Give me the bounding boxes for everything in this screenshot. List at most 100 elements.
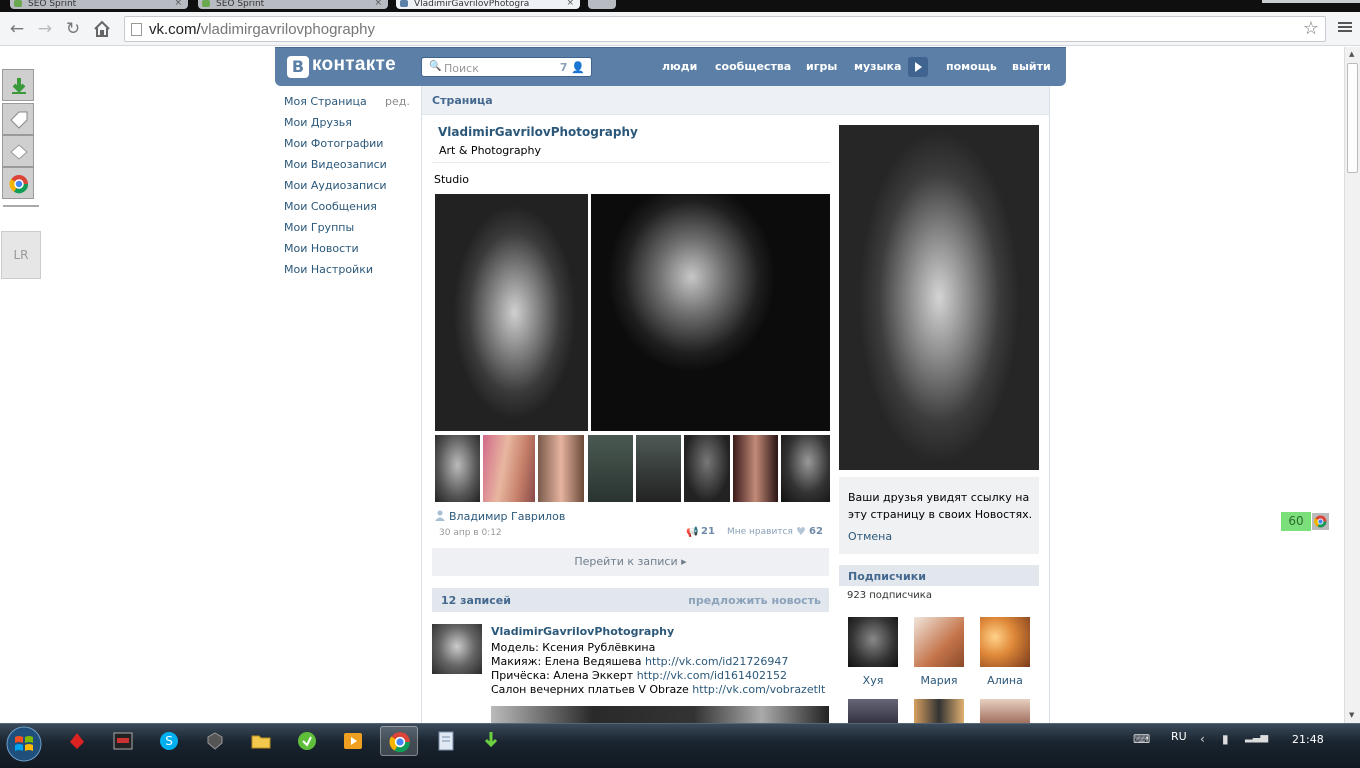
edit-link[interactable]: ред. <box>385 95 410 108</box>
heart-icon[interactable]: ♥ <box>796 525 806 538</box>
notepad-app-icon[interactable] <box>435 730 457 752</box>
battery-tray-icon[interactable]: ▮ <box>1222 732 1229 746</box>
media-player-icon[interactable] <box>342 730 364 752</box>
seo-sprint-favicon <box>14 0 22 7</box>
nav-logout[interactable]: выйти <box>1012 60 1051 73</box>
post-thumb-7[interactable] <box>733 435 778 502</box>
nav-help[interactable]: помощь <box>946 60 997 73</box>
nav-communities[interactable]: сообщества <box>715 60 791 73</box>
poker-app-icon[interactable] <box>66 730 88 752</box>
nav-my-videos[interactable]: Мои Видеозаписи <box>284 158 420 179</box>
cancel-link[interactable]: Отмена <box>848 530 892 543</box>
nav-my-settings[interactable]: Мои Настройки <box>284 263 420 284</box>
music-play-icon[interactable] <box>908 57 928 77</box>
wall-post-avatar[interactable] <box>432 624 482 674</box>
repost-icon[interactable]: 📢 <box>686 527 698 538</box>
post-photo-1[interactable] <box>435 194 588 431</box>
chrome-taskbar-button[interactable] <box>380 726 418 756</box>
post-date[interactable]: 30 апр в 0:12 <box>439 528 502 538</box>
back-arrow-icon[interactable]: ← <box>6 18 28 40</box>
fulltilt-app-icon[interactable] <box>112 730 134 752</box>
post-thumb-6[interactable] <box>684 435 730 502</box>
explorer-folder-icon[interactable] <box>250 730 272 752</box>
lr-extension-box[interactable]: LR <box>1 231 41 279</box>
like-label[interactable]: Мне нравится <box>727 527 793 537</box>
repost-count[interactable]: 21 <box>701 526 715 537</box>
makeup-link[interactable]: http://vk.com/id21726947 <box>645 655 788 668</box>
network-tray-icon[interactable]: ▂▃▅ <box>1245 732 1268 743</box>
subscriber-avatar[interactable] <box>980 699 1030 723</box>
tab-close-icon[interactable]: × <box>374 0 382 8</box>
chrome-menu-icon[interactable] <box>1338 20 1352 34</box>
post-author-link[interactable]: Владимир Гаврилов <box>449 510 565 523</box>
nav-people[interactable]: люди <box>662 60 697 73</box>
nav-my-groups[interactable]: Мои Группы <box>284 221 420 242</box>
post-thumb-4[interactable] <box>588 435 633 502</box>
nav-games[interactable]: игры <box>806 60 837 73</box>
wall-line-makeup: Макияж: Елена Ведяшева http://vk.com/id2… <box>491 655 789 668</box>
tab-seo-sprint-1[interactable]: SEO Sprint × <box>10 0 188 9</box>
post-photo-2[interactable] <box>591 194 830 431</box>
skype-app-icon[interactable]: S <box>158 730 180 752</box>
nav-music[interactable]: музыка <box>854 60 901 73</box>
subscriber-avatar[interactable] <box>914 699 964 723</box>
scroll-up-icon[interactable]: ▲ <box>1349 50 1354 58</box>
vk-logo[interactable]: В <box>287 56 309 78</box>
post-thumb-1[interactable] <box>435 435 480 502</box>
forward-arrow-icon[interactable]: → <box>34 18 56 40</box>
torrent-app-icon[interactable] <box>296 730 318 752</box>
salon-link[interactable]: http://vk.com/vobrazetlt <box>692 683 825 696</box>
profile-photo[interactable] <box>839 125 1039 470</box>
subscribers-header[interactable]: Подписчики <box>839 565 1039 586</box>
wall-post-photo[interactable] <box>491 706 829 723</box>
nav-my-friends[interactable]: Мои Друзья <box>284 116 420 137</box>
bookmark-star-icon[interactable]: ☆ <box>1303 18 1319 39</box>
online-friends-count[interactable]: 7 👤 <box>560 61 585 74</box>
counter-badge[interactable]: 60 <box>1281 512 1311 531</box>
tray-expand-icon[interactable]: ‹ <box>1200 732 1205 746</box>
new-tab-button[interactable] <box>588 0 616 9</box>
chrome-icon[interactable] <box>1312 513 1329 530</box>
like-count[interactable]: 62 <box>809 526 823 537</box>
nav-my-news[interactable]: Мои Новости <box>284 242 420 263</box>
page-scrollbar[interactable]: ▲ ▼ <box>1344 47 1360 723</box>
vk-logo-text[interactable]: контакте <box>312 54 396 76</box>
nav-my-audio[interactable]: Мои Аудиозаписи <box>284 179 420 200</box>
vk-search-input[interactable]: 🔍 Поиск 7 👤 <box>421 57 592 77</box>
language-indicator[interactable]: RU <box>1171 730 1187 743</box>
page-name-link[interactable]: VladimirGavrilovPhotography <box>438 125 638 139</box>
chrome-extension-icon[interactable] <box>2 167 34 199</box>
tab-close-icon[interactable]: × <box>174 0 182 8</box>
subscriber-name[interactable]: Хуя <box>838 674 908 687</box>
download-app-icon[interactable] <box>480 730 502 752</box>
wall-post-author[interactable]: VladimirGavrilovPhotography <box>491 625 674 638</box>
tab-vk-page[interactable]: VladimirGavrilovPhotogra × <box>396 0 580 9</box>
post-thumb-8[interactable] <box>781 435 830 502</box>
tab-seo-sprint-2[interactable]: SEO Sprint × <box>198 0 388 9</box>
subscriber-name[interactable]: Мария <box>904 674 974 687</box>
goto-post-button[interactable]: Перейти к записи ▸ <box>432 548 829 576</box>
scrollbar-thumb[interactable] <box>1347 63 1358 173</box>
hair-link[interactable]: http://vk.com/id161402152 <box>637 669 787 682</box>
address-bar[interactable]: vk.com/vladimirgavrilovphography ☆ <box>124 16 1326 42</box>
posts-count[interactable]: 12 записей <box>441 594 511 607</box>
tanks-app-icon[interactable] <box>204 730 226 752</box>
subscriber-avatar[interactable] <box>848 699 898 723</box>
tag-extension-icon[interactable] <box>2 103 34 135</box>
keyboard-tray-icon[interactable]: ⌨ <box>1133 732 1150 746</box>
post-thumb-3[interactable] <box>538 435 584 502</box>
home-icon[interactable] <box>91 18 113 40</box>
notes-extension-icon[interactable] <box>2 135 34 167</box>
post-thumb-5[interactable] <box>636 435 681 502</box>
windows-start-icon[interactable] <box>4 724 44 764</box>
post-thumb-2[interactable] <box>483 435 535 502</box>
tab-close-icon[interactable]: × <box>566 0 574 8</box>
nav-my-photos[interactable]: Мои Фотографии <box>284 137 420 158</box>
subscriber-name[interactable]: Алина <box>970 674 1040 687</box>
reload-icon[interactable]: ↻ <box>62 18 84 40</box>
scroll-down-icon[interactable]: ▼ <box>1349 711 1354 719</box>
clock[interactable]: 21:48 <box>1292 733 1324 746</box>
nav-my-messages[interactable]: Мои Сообщения <box>284 200 420 221</box>
download-extension-icon[interactable] <box>2 69 34 101</box>
suggest-news-link[interactable]: предложить новость <box>688 594 821 607</box>
